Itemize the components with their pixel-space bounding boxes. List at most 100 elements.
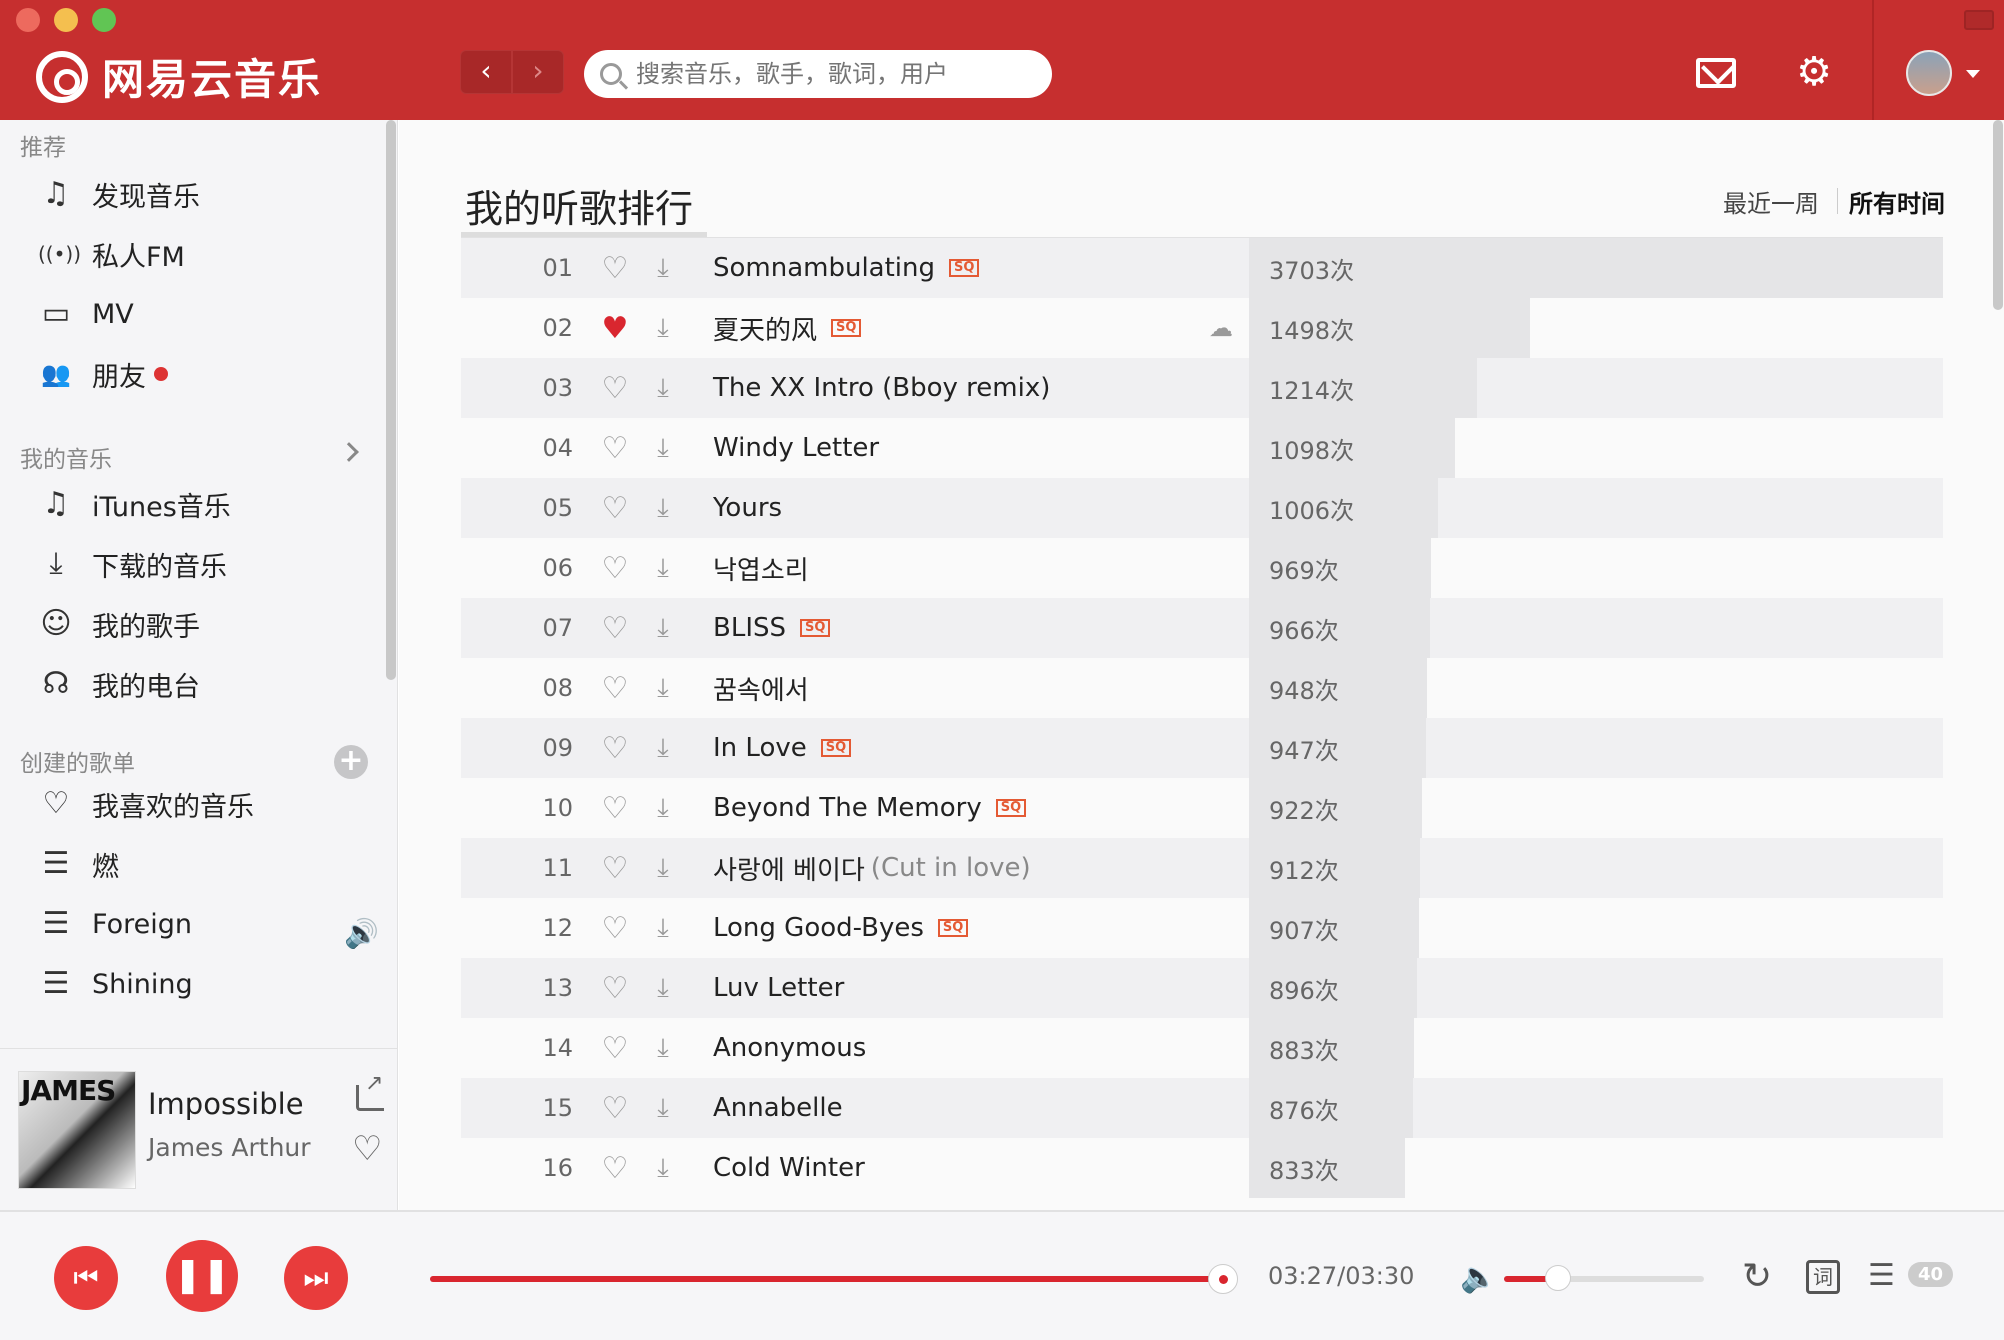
sidebar-item-playlist-ran[interactable]: ☰ 燃 <box>38 844 119 884</box>
download-icon[interactable]: ⤓ <box>639 373 687 404</box>
heart-icon[interactable]: ♡ <box>591 1091 639 1126</box>
table-row[interactable]: 10 ♡ ⤓ Beyond The Memory SQ 922次 <box>461 778 1943 838</box>
download-icon[interactable]: ⤓ <box>639 1093 687 1124</box>
chevron-right-icon[interactable] <box>339 442 359 462</box>
heart-icon[interactable]: ♡ <box>591 731 639 766</box>
sidebar-item-itunes[interactable]: ♫ iTunes音乐 <box>38 484 231 524</box>
sidebar-item-artists[interactable]: ☺ 我的歌手 <box>38 604 200 644</box>
table-row[interactable]: 16 ♡ ⤓ Cold Winter 833次 <box>461 1138 1943 1198</box>
song-title[interactable]: Somnambulating SQ <box>713 253 980 283</box>
search-input[interactable] <box>636 60 1016 88</box>
table-row[interactable]: 04 ♡ ⤓ Windy Letter 1098次 <box>461 418 1943 478</box>
gear-icon[interactable]: ⚙ <box>1794 52 1834 92</box>
back-button[interactable]: ‹ <box>460 50 512 94</box>
download-icon[interactable]: ⤓ <box>639 1033 687 1064</box>
table-row[interactable]: 01 ♡ ⤓ Somnambulating SQ 3703次 <box>461 238 1943 298</box>
progress-knob[interactable] <box>1207 1264 1238 1294</box>
sidebar-item-fm[interactable]: ((•)) 私人FM <box>38 234 185 274</box>
song-title[interactable]: 夏天的风 SQ <box>713 310 862 347</box>
next-button[interactable]: ⏭ <box>284 1246 348 1310</box>
song-title[interactable]: Long Good-Byes SQ <box>713 913 969 943</box>
table-row[interactable]: 07 ♡ ⤓ BLISS SQ 966次 <box>461 598 1943 658</box>
volume-icon[interactable]: 🔈 <box>1460 1260 1497 1295</box>
share-icon[interactable] <box>356 1071 384 1111</box>
playlist-count-badge[interactable]: 40 <box>1908 1262 1954 1287</box>
heart-icon[interactable]: ♡ <box>591 251 639 286</box>
heart-icon[interactable]: ♡ <box>591 851 639 886</box>
download-icon[interactable]: ⤓ <box>639 733 687 764</box>
volume-slider[interactable] <box>1504 1265 1704 1291</box>
caret-down-icon[interactable] <box>1966 70 1980 78</box>
heart-icon[interactable]: ♡ <box>591 431 639 466</box>
table-row[interactable]: 09 ♡ ⤓ In Love SQ 947次 <box>461 718 1943 778</box>
sidebar-scrollbar[interactable] <box>386 120 396 680</box>
download-icon[interactable]: ⤓ <box>639 673 687 704</box>
download-icon[interactable]: ⤓ <box>639 493 687 524</box>
album-cover[interactable]: JAMES <box>18 1071 136 1189</box>
table-row[interactable]: 11 ♡ ⤓ 사랑에 베이다 (Cut in love) 912次 <box>461 838 1943 898</box>
song-title[interactable]: 꿈속에서 <box>713 670 809 707</box>
heart-icon[interactable]: ♡ <box>591 491 639 526</box>
now-playing-title[interactable]: Impossible <box>148 1087 304 1121</box>
song-title[interactable]: Cold Winter <box>713 1153 865 1183</box>
mini-mode-icon[interactable] <box>1964 10 1994 30</box>
heart-icon[interactable]: ♡ <box>591 1151 639 1186</box>
mail-icon[interactable] <box>1696 58 1736 88</box>
forward-button[interactable]: › <box>512 50 564 94</box>
heart-icon[interactable]: ♡ <box>591 371 639 406</box>
table-row[interactable]: 13 ♡ ⤓ Luv Letter 896次 <box>461 958 1943 1018</box>
song-title[interactable]: BLISS SQ <box>713 613 831 643</box>
download-icon[interactable]: ⤓ <box>639 1153 687 1184</box>
now-playing-artist[interactable]: James Arthur <box>148 1133 311 1162</box>
song-title[interactable]: Windy Letter <box>713 433 879 463</box>
zoom-window-button[interactable] <box>92 8 116 32</box>
heart-icon[interactable]: ♡ <box>591 1031 639 1066</box>
close-window-button[interactable] <box>16 8 40 32</box>
pause-button[interactable]: ❚❚ <box>166 1240 238 1312</box>
heart-icon[interactable]: ♡ <box>591 671 639 706</box>
song-title[interactable]: Yours <box>713 493 782 523</box>
table-row[interactable]: 05 ♡ ⤓ Yours 1006次 <box>461 478 1943 538</box>
song-title[interactable]: Beyond The Memory SQ <box>713 793 1027 823</box>
volume-knob[interactable] <box>1545 1265 1571 1291</box>
song-title[interactable]: Anonymous <box>713 1033 866 1063</box>
heart-icon[interactable]: ♡ <box>591 611 639 646</box>
progress-slider[interactable] <box>430 1264 1238 1294</box>
table-row[interactable]: 14 ♡ ⤓ Anonymous 883次 <box>461 1018 1943 1078</box>
download-icon[interactable]: ⤓ <box>639 553 687 584</box>
song-title[interactable]: Annabelle <box>713 1093 843 1123</box>
sidebar-item-playlist-foreign[interactable]: ☰ Foreign <box>38 904 192 944</box>
heart-icon[interactable]: ♡ <box>591 971 639 1006</box>
download-icon[interactable]: ⤓ <box>639 253 687 284</box>
previous-button[interactable]: ⏮ <box>54 1246 118 1310</box>
app-logo[interactable]: 网易云音乐 <box>36 46 322 107</box>
song-title[interactable]: 사랑에 베이다 (Cut in love) <box>713 850 1031 887</box>
table-row[interactable]: 15 ♡ ⤓ Annabelle 876次 <box>461 1078 1943 1138</box>
download-icon[interactable]: ⤓ <box>639 853 687 884</box>
heart-icon[interactable]: ♡ <box>352 1129 382 1169</box>
avatar[interactable] <box>1906 50 1952 96</box>
playlist-queue-icon[interactable]: ☰ <box>1868 1258 1895 1293</box>
download-icon[interactable]: ⤓ <box>639 973 687 1004</box>
sidebar-item-liked[interactable]: ♡ 我喜欢的音乐 <box>38 784 254 824</box>
table-row[interactable]: 02 ♥ ⤓ 夏天的风 SQ ☁ 1498次 <box>461 298 1943 358</box>
sidebar-item-mv[interactable]: ▭ MV <box>38 294 134 334</box>
table-row[interactable]: 08 ♡ ⤓ 꿈속에서 948次 <box>461 658 1943 718</box>
sidebar-item-discover[interactable]: ♫ 发现音乐 <box>38 174 200 214</box>
main-scrollbar[interactable] <box>1993 120 2003 310</box>
minimize-window-button[interactable] <box>54 8 78 32</box>
lyrics-icon[interactable]: 词 <box>1806 1260 1840 1294</box>
download-icon[interactable]: ⤓ <box>639 433 687 464</box>
heart-icon[interactable]: ♥ <box>591 311 639 346</box>
download-icon[interactable]: ⤓ <box>639 613 687 644</box>
table-row[interactable]: 03 ♡ ⤓ The XX Intro (Bboy remix) 1214次 <box>461 358 1943 418</box>
sidebar-item-friends[interactable]: 👥 朋友 <box>38 354 168 394</box>
sidebar-item-downloads[interactable]: ⤓ 下载的音乐 <box>38 544 227 584</box>
add-playlist-icon[interactable]: + <box>334 745 368 779</box>
song-title[interactable]: The XX Intro (Bboy remix) <box>713 373 1050 403</box>
heart-icon[interactable]: ♡ <box>591 791 639 826</box>
download-icon[interactable]: ⤓ <box>639 793 687 824</box>
filter-all-time[interactable]: 所有时间 <box>1849 184 1945 219</box>
download-icon[interactable]: ⤓ <box>639 913 687 944</box>
search-box[interactable] <box>584 50 1052 98</box>
